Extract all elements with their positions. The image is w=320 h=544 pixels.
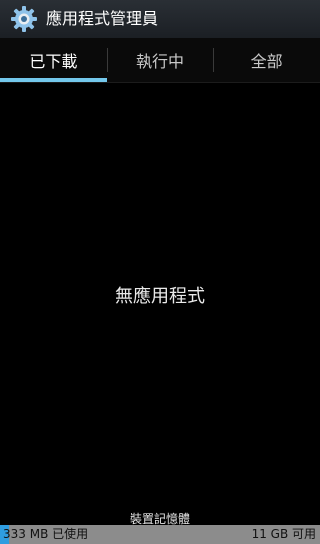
gear-icon[interactable] [10, 5, 38, 33]
action-bar: 應用程式管理員 [0, 0, 320, 38]
tab-label: 全部 [250, 52, 283, 71]
tab-running[interactable]: 執行中 [106, 38, 214, 82]
tab-label: 已下載 [29, 52, 78, 71]
tab-active-indicator [0, 78, 107, 82]
empty-list-message: 無應用程式 [115, 286, 205, 307]
tab-bar: 已下載 執行中 全部 [0, 38, 320, 83]
storage-free-text: 11 GB 可用 [251, 527, 316, 541]
tab-label: 執行中 [136, 52, 185, 71]
tab-downloaded[interactable]: 已下載 [0, 38, 107, 82]
storage-usage-bar: 333 MB 已使用 11 GB 可用 [0, 525, 320, 544]
app-title: 應用程式管理員 [46, 9, 159, 28]
tab-all[interactable]: 全部 [213, 38, 320, 82]
storage-used-text: 333 MB 已使用 [3, 527, 89, 541]
app-manager-screen: 應用程式管理員 已下載 執行中 全部 無應用程式 裝置記憶體 333 MB 已使… [0, 0, 320, 544]
